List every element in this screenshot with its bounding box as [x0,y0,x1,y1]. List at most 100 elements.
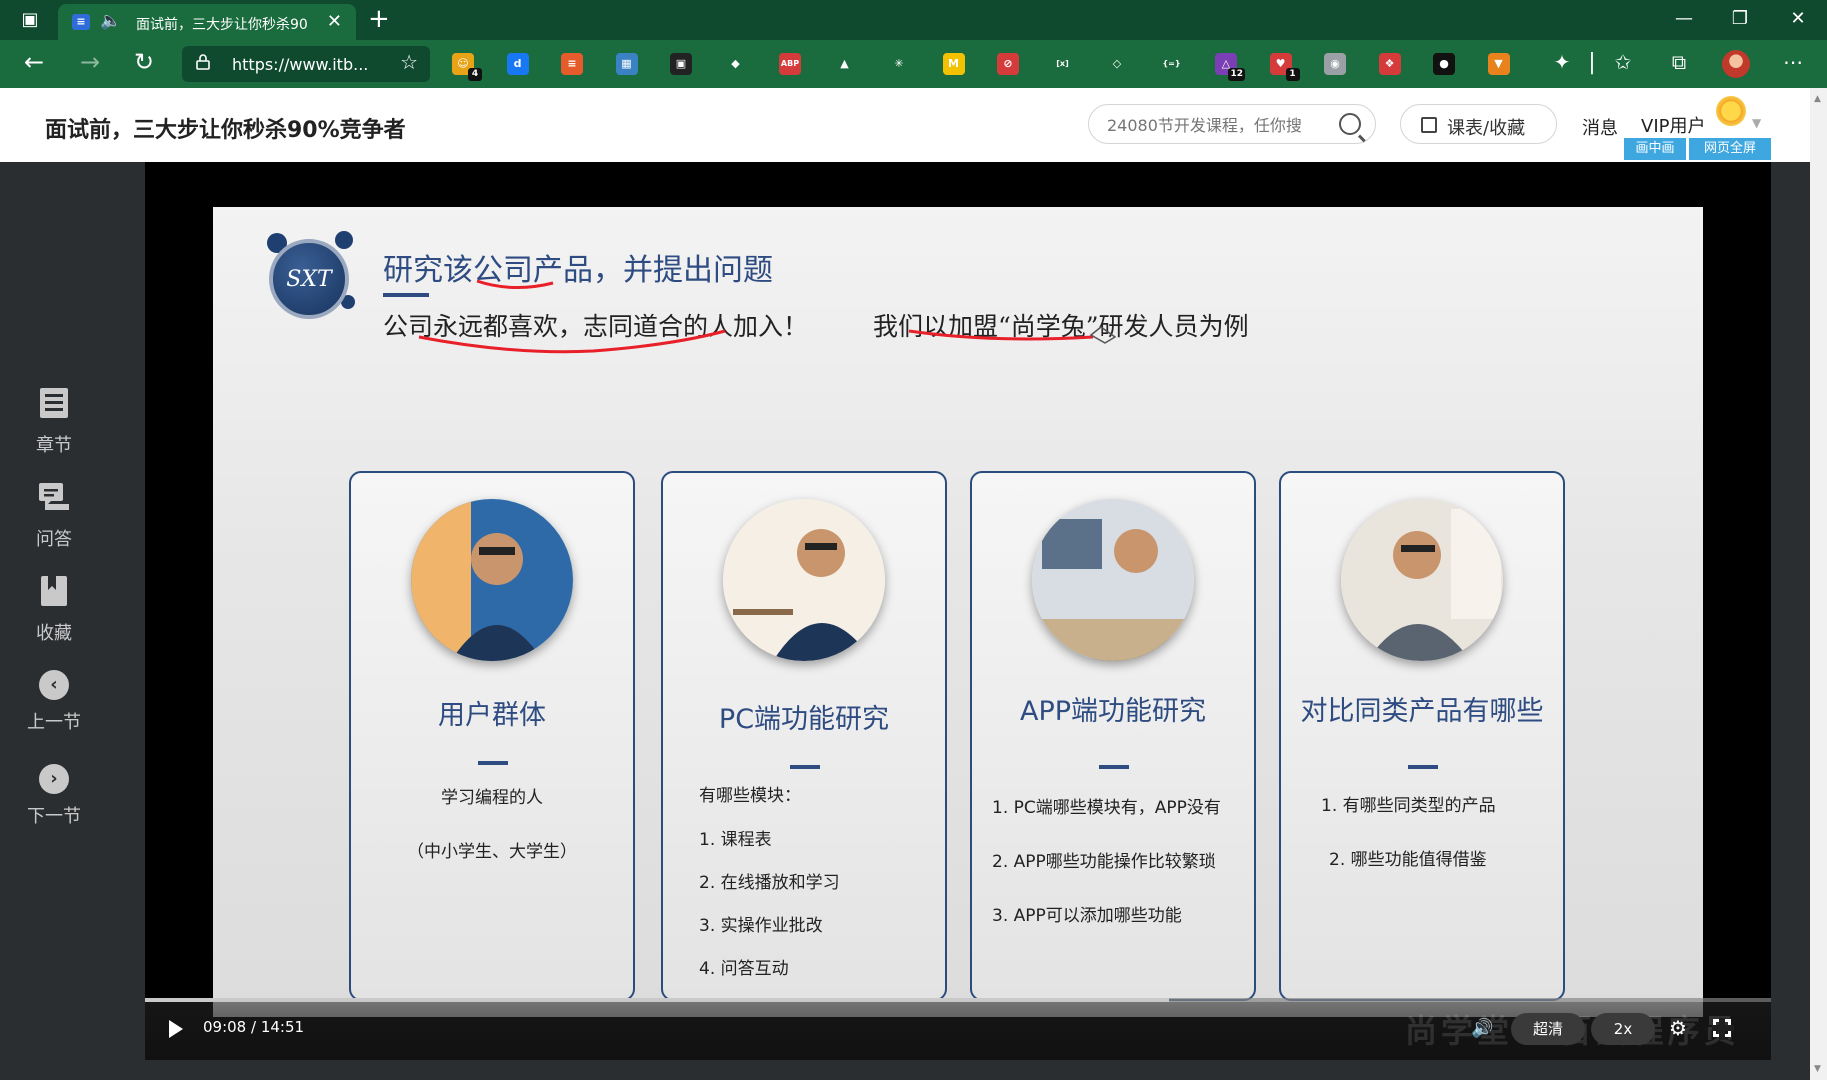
add-favorite-icon[interactable]: ☆ [400,50,418,74]
site-header: 面试前，三大步让你秒杀90%竞争者 课表/收藏 消息 VIP用户 ▼ 画中画 网… [0,88,1810,162]
browser-toolbar: ← → ↻ https://www.itb... ☆ ☺ 4 d ≡ ▦ ▣ ◆ ABP ▲ ✳ M… [0,40,1827,88]
ext-10-icon[interactable]: M [942,53,965,75]
address-bar[interactable]: https://www.itb... ☆ [182,46,430,82]
card-title: 对比同类产品有哪些 [1300,696,1544,727]
scroll-down-icon[interactable]: ▼ [1814,1064,1821,1074]
card-line: 3. APP可以添加哪些功能 [992,906,1182,926]
search-box[interactable] [1088,104,1376,144]
sidebar-item-label: 章节 [36,435,72,456]
ext-2-icon[interactable]: d [506,53,529,75]
ext-13-icon[interactable]: ◇ [1106,53,1128,75]
volume-icon[interactable]: 🔊 [1471,1018,1493,1039]
card-line: 2. APP哪些功能操作比较繁琐 [992,852,1216,872]
sidebar-item-label: 下一节 [27,806,81,827]
card-line: 有哪些模块： [699,786,801,806]
person-photo [1341,499,1503,661]
messages-link[interactable]: 消息 [1582,114,1618,140]
sidebar-item-next[interactable]: › 下一节 [0,764,108,828]
ext-abp-icon[interactable]: ABP [779,53,801,75]
schedule-favorites-button[interactable]: 课表/收藏 [1400,104,1557,144]
profile-avatar[interactable] [1722,50,1750,78]
card-line: 1. 有哪些同类型的产品 [1321,796,1496,816]
schedule-label: 课表/收藏 [1447,118,1526,139]
quality-button[interactable]: 超清 [1511,1013,1585,1045]
ext-19-icon[interactable]: ● [1433,53,1455,75]
play-icon[interactable] [169,1020,183,1038]
chapters-icon [40,388,68,418]
restore-icon[interactable]: ❐ [1720,8,1760,29]
video-frame-slide: SXT 研究该公司产品，并提出问题 公司永远都喜欢，志同道合的人加入！ 我们以加… [213,207,1703,1017]
card-title: APP端功能研究 [1019,696,1207,727]
person-photo [723,499,885,661]
back-icon[interactable]: ← [14,48,54,76]
card-divider [1408,765,1438,769]
ext-3-icon[interactable]: ≡ [561,53,583,75]
gear-icon[interactable]: ⚙ [1669,1016,1687,1040]
card-divider [790,765,820,769]
forward-icon: → [79,48,101,76]
collections-icon[interactable]: ⧉ [1664,50,1694,74]
ext-18-icon[interactable]: ❖ [1378,53,1401,75]
player-controls: 09:08 / 14:51 尚学堂 · 百战程序员 🔊 超清 2x ⚙ [145,998,1771,1060]
ext-17-icon[interactable]: ◉ [1324,53,1346,75]
ext-16-icon[interactable]: ♥ 1 [1269,53,1300,81]
ext-12-icon[interactable]: [x] [1051,53,1074,75]
ext-4-icon[interactable]: ▦ [615,53,638,75]
active-tab[interactable]: ≡ 🔈 面试前，三大步让你秒杀90 ✕ [58,4,356,40]
bookmark-icon [41,576,67,606]
more-menu-icon[interactable]: ⋯ [1778,50,1808,74]
ext-20-icon[interactable]: ▼ [1487,53,1510,75]
ext-15-icon[interactable]: △ 12 [1215,53,1245,81]
web-fullscreen-button[interactable]: 网页全屏 [1689,138,1771,160]
new-tab-button[interactable]: + [368,4,390,34]
video-player[interactable]: SXT 研究该公司产品，并提出问题 公司永远都喜欢，志同道合的人加入！ 我们以加… [145,162,1771,1060]
picture-in-picture-button[interactable]: 画中画 [1624,138,1686,160]
red-annotation-strokes [418,279,1117,354]
sidebar-item-favorites[interactable]: 收藏 [0,574,108,645]
lock-icon [196,54,210,70]
chevron-left-icon: ‹ [39,670,69,700]
card-line: 3. 实操作业批改 [699,916,823,936]
minimize-icon[interactable]: — [1664,8,1704,29]
extensions-icon[interactable]: ✦ [1547,50,1577,74]
ext-11-icon[interactable]: ⊘ [997,53,1019,75]
page-title: 面试前，三大步让你秒杀90%竞争者 [45,118,406,143]
speaker-icon[interactable]: 🔈 [100,11,121,31]
search-icon[interactable] [1339,113,1361,135]
extension-badge: 1 [1285,68,1300,81]
tab-actions-icon[interactable]: ▣ [12,8,48,32]
speed-button[interactable]: 2x [1591,1013,1655,1045]
sidebar-item-chapters[interactable]: 章节 [0,386,108,457]
sidebar-item-label: 收藏 [36,623,72,644]
card-app-features: APP端功能研究 1. PC端哪些模块有，APP没有 2. APP哪些功能操作比… [970,471,1256,1001]
ext-9-icon[interactable]: ✳ [888,53,910,75]
fullscreen-icon[interactable] [1712,1018,1734,1040]
vip-user-menu[interactable]: VIP用户 [1641,112,1705,138]
ext-6-icon[interactable]: ◆ [724,53,747,75]
scroll-up-icon[interactable]: ▲ [1814,94,1821,104]
ext-5-icon[interactable]: ▣ [670,53,692,75]
vip-medal-icon [1716,96,1746,126]
dropdown-arrow-icon[interactable]: ▼ [1752,116,1761,130]
tab-title: 面试前，三大步让你秒杀90 [136,17,308,33]
person-photo [411,499,573,661]
ext-8-icon[interactable]: ▲ [833,53,856,75]
card-divider [478,761,508,765]
favorites-icon[interactable]: ✩ [1608,50,1638,74]
progress-bar[interactable] [145,998,1771,1002]
playback-time: 09:08 / 14:51 [203,1018,305,1036]
sidebar-item-previous[interactable]: ‹ 上一节 [0,670,108,734]
ext-1-icon[interactable]: ☺ 4 [452,53,482,81]
progress-fill [145,998,1170,1002]
close-tab-icon[interactable]: ✕ [327,11,342,32]
ext-14-icon[interactable]: {=} [1160,53,1183,75]
sidebar-item-qa[interactable]: 问答 [0,480,108,551]
page-scrollbar[interactable]: ▲ ▼ [1810,88,1827,1080]
search-input[interactable] [1107,114,1327,136]
sidebar-item-label: 问答 [36,529,72,550]
card-divider [1099,765,1129,769]
card-line: 学习编程的人 [441,788,543,808]
card-title: PC端功能研究 [718,704,890,735]
window-close-icon[interactable]: ✕ [1778,8,1818,29]
reload-icon[interactable]: ↻ [124,48,164,76]
